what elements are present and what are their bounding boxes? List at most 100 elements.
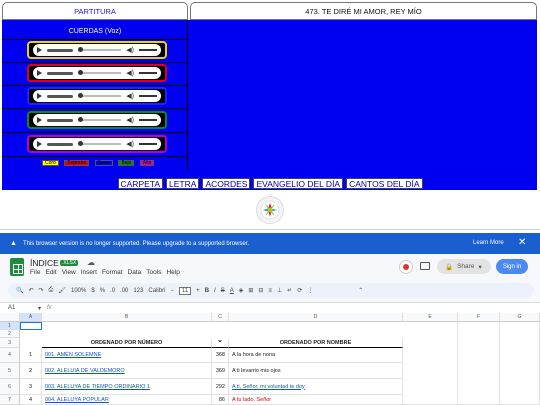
cantos-button[interactable]: CANTOS DEL DÍA: [346, 178, 423, 189]
row-header[interactable]: 7: [0, 395, 20, 405]
font-size-decrease[interactable]: −: [170, 288, 174, 294]
col-header-b[interactable]: B: [42, 313, 212, 322]
seek-bar[interactable]: [78, 141, 122, 146]
col-header-c[interactable]: C: [212, 313, 229, 322]
cell-song-name[interactable]: A ti levanto mis ojos: [229, 363, 403, 379]
font-size-increase[interactable]: +: [196, 288, 200, 294]
select-all-corner[interactable]: [0, 313, 20, 322]
row-header[interactable]: 1: [0, 322, 20, 330]
document-title[interactable]: ÍNDICE: [30, 258, 59, 268]
menu-view[interactable]: View: [62, 269, 76, 276]
col-header-e[interactable]: E: [403, 313, 458, 322]
menu-data[interactable]: Data: [128, 269, 142, 276]
row-header[interactable]: 2: [0, 330, 20, 338]
cell-song-link[interactable]: 002. ALELUIA DE VALDEMORO: [42, 363, 212, 379]
header-ordenado-numero[interactable]: ORDENADO POR NÚMERO: [42, 338, 212, 348]
menu-edit[interactable]: Edit: [45, 269, 56, 276]
comment-icon[interactable]: [420, 262, 430, 270]
font-size-input[interactable]: 11: [178, 286, 192, 295]
cell-song-name[interactable]: A ti, Señor, mi voluntad te doy: [229, 379, 403, 395]
menu-tools[interactable]: Tools: [146, 269, 161, 276]
volume-slider[interactable]: [139, 143, 157, 145]
cell-song-link[interactable]: 004. ALELUYA POPULAR: [42, 395, 212, 405]
font-select[interactable]: Calibri: [148, 288, 165, 294]
play-icon[interactable]: [37, 93, 42, 99]
col-header-a[interactable]: A: [20, 313, 42, 322]
selected-cell[interactable]: [20, 322, 42, 330]
row-header[interactable]: 3: [0, 338, 20, 348]
col-header-f[interactable]: F: [458, 313, 500, 322]
col-header-g[interactable]: G: [500, 313, 540, 322]
undo-icon[interactable]: ↶: [28, 287, 33, 294]
row-header[interactable]: 4: [0, 348, 20, 363]
carpeta-button[interactable]: CARPETA: [117, 178, 164, 189]
seek-bar[interactable]: [78, 70, 122, 75]
seek-bar[interactable]: [78, 117, 122, 122]
align-icon[interactable]: ≡: [268, 288, 272, 294]
audio-player-coro[interactable]: ◀): [27, 41, 167, 59]
cell-song-name[interactable]: A tu lado, Señor: [229, 395, 403, 405]
volume-icon[interactable]: ◀): [126, 141, 134, 148]
volume-icon[interactable]: ◀): [126, 93, 134, 100]
cell-index[interactable]: 2: [20, 363, 42, 379]
cell-song-name[interactable]: A la hora de nona: [229, 348, 403, 363]
empty-column-e[interactable]: [403, 322, 458, 405]
seek-bar[interactable]: [78, 93, 122, 98]
header-ordenado-nombre[interactable]: ORDENADO POR NOMBRE: [229, 338, 403, 348]
namebox-chevron-icon[interactable]: ▾: [38, 305, 41, 312]
number-format-button[interactable]: 123: [133, 288, 143, 294]
valign-icon[interactable]: ⊥: [277, 287, 282, 294]
italic-button[interactable]: I: [214, 288, 216, 294]
audio-player-alto[interactable]: ◀): [27, 135, 167, 153]
volume-icon[interactable]: ◀): [126, 70, 134, 77]
fill-color-icon[interactable]: ◈: [239, 287, 244, 294]
play-icon[interactable]: [37, 141, 42, 147]
volume-slider[interactable]: [139, 119, 157, 121]
row-header[interactable]: 5: [0, 363, 20, 379]
search-icon[interactable]: 🔍: [16, 287, 23, 294]
play-icon[interactable]: [37, 47, 42, 53]
cell-number[interactable]: 86: [212, 395, 229, 405]
zoom-select[interactable]: 100%: [71, 288, 86, 294]
redo-icon[interactable]: ↷: [39, 287, 44, 294]
learn-more-link[interactable]: Learn More: [473, 240, 504, 246]
volume-slider[interactable]: [139, 95, 157, 97]
volume-icon[interactable]: ◀): [126, 47, 134, 54]
percent-button[interactable]: %: [100, 288, 105, 294]
close-icon[interactable]: ✕: [518, 237, 526, 248]
bold-button[interactable]: B: [205, 288, 209, 294]
volume-icon[interactable]: ◀): [126, 117, 134, 124]
cell-song-link[interactable]: 001. AMÉN SOLEMNE: [42, 348, 212, 363]
row-header[interactable]: 6: [0, 379, 20, 395]
evangelio-button[interactable]: EVANGELIO DEL DÍA: [253, 178, 344, 189]
collapse-toolbar-icon[interactable]: ⌃: [358, 287, 363, 294]
sheets-logo-icon[interactable]: [10, 258, 24, 276]
more-icon[interactable]: ⋮: [307, 287, 313, 294]
cell-number[interactable]: 292: [212, 379, 229, 395]
merge-cells-icon[interactable]: ⊟: [258, 287, 263, 294]
cell-song-link[interactable]: 003. ALELUYA DE TIEMPO ORDINARIO 1: [42, 379, 212, 395]
audio-player-soprano[interactable]: ◀): [27, 64, 167, 82]
cell-index[interactable]: 3: [20, 379, 42, 395]
spreadsheet-grid[interactable]: A B C D E F G 1 2 3 4 5 6 7 ORDENADO POR…: [0, 313, 540, 405]
text-color-button[interactable]: A: [230, 288, 234, 294]
volume-slider[interactable]: [139, 49, 157, 51]
cell-index[interactable]: 4: [20, 395, 42, 405]
rotate-icon[interactable]: ⟳: [297, 287, 302, 294]
wrap-icon[interactable]: ↵: [287, 287, 292, 294]
volume-slider[interactable]: [139, 72, 157, 74]
letra-button[interactable]: LETRA: [166, 178, 200, 189]
filter-icon[interactable]: ⏷: [212, 338, 229, 348]
sign-in-button[interactable]: Sign in: [496, 259, 528, 274]
play-icon[interactable]: [37, 70, 42, 76]
decrease-decimal-button[interactable]: .0: [110, 288, 115, 294]
cell-number[interactable]: 369: [212, 363, 229, 379]
cell-index[interactable]: 1: [20, 348, 42, 363]
borders-icon[interactable]: ⊞: [248, 287, 253, 294]
paint-format-icon[interactable]: 🖌: [58, 287, 66, 294]
empty-column-f[interactable]: [458, 322, 500, 405]
col-header-d[interactable]: D: [229, 313, 403, 322]
menu-help[interactable]: Help: [166, 269, 179, 276]
account-avatar-icon[interactable]: [399, 260, 413, 274]
menu-format[interactable]: Format: [102, 269, 123, 276]
